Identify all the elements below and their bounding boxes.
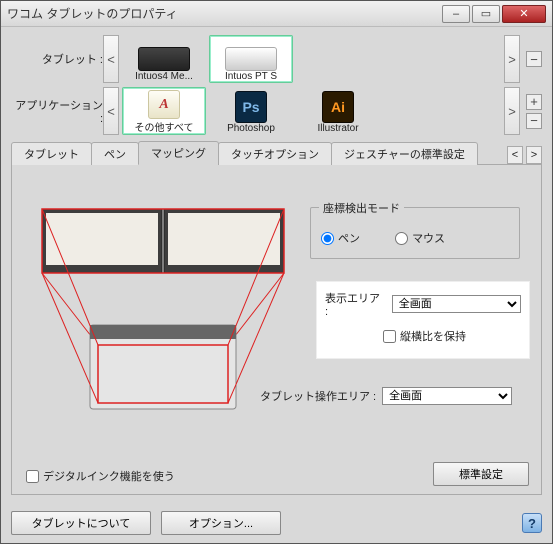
app-item-label: Illustrator — [317, 123, 358, 134]
app-row-label: アプリケーション : — [11, 97, 103, 125]
display-area-box: 表示エリア : 全画面 縦横比を保持 — [316, 281, 530, 359]
illustrator-icon: Ai — [322, 91, 354, 123]
application-selector-row: アプリケーション : < A その他すべて Ps Photoshop Ai Il… — [11, 87, 542, 135]
coordinate-mode-group: 座標検出モード ペン マウス — [310, 207, 520, 259]
footer: タブレットについて オプション... ? — [1, 505, 552, 541]
keep-aspect-row[interactable]: 縦横比を保持 — [383, 328, 521, 344]
tab-scroll-right[interactable]: > — [526, 146, 542, 164]
mode-mouse-label: マウス — [412, 230, 445, 246]
about-tablet-button[interactable]: タブレットについて — [11, 511, 151, 535]
tab-gesture-defaults[interactable]: ジェスチャーの標準設定 — [331, 142, 478, 165]
tablet-dark-icon — [138, 47, 190, 71]
app-add-button[interactable]: + — [526, 94, 542, 110]
tablet-prev-button[interactable]: < — [103, 35, 119, 83]
app-items: A その他すべて Ps Photoshop Ai Illustrator — [119, 87, 383, 135]
tablet-area-select[interactable]: 全画面 — [382, 387, 512, 405]
digital-ink-label: デジタルインク機能を使う — [43, 468, 175, 484]
tablet-item-label: Intuos PT S — [225, 71, 277, 82]
tabbar: タブレット ペン マッピング タッチオプション ジェスチャーの標準設定 < > — [11, 141, 542, 165]
tablet-item-label: Intuos4 Me... — [135, 71, 193, 82]
mode-mouse-input[interactable] — [395, 232, 408, 245]
app-item-label: その他すべて — [135, 119, 194, 134]
keep-aspect-label: 縦横比を保持 — [400, 328, 466, 344]
tab-tablet[interactable]: タブレット — [11, 142, 92, 165]
tablet-item-intuos-pt-s[interactable]: Intuos PT S — [209, 35, 293, 83]
display-area-select[interactable]: 全画面 — [392, 295, 521, 313]
app-item-illustrator[interactable]: Ai Illustrator — [296, 87, 380, 135]
mode-mouse-radio[interactable]: マウス — [395, 230, 445, 246]
minimize-button[interactable]: – — [442, 5, 470, 23]
maximize-button[interactable]: ▭ — [472, 5, 500, 23]
window-title: ワコム タブレットのプロパティ — [7, 5, 440, 22]
tablet-remove-button[interactable]: − — [526, 51, 542, 67]
digital-ink-row[interactable]: デジタルインク機能を使う — [26, 468, 175, 484]
tablet-item-intuos4[interactable]: Intuos4 Me... — [122, 35, 206, 83]
mode-pen-input[interactable] — [321, 232, 334, 245]
mapping-panel: 座標検出モード ペン マウス 表示エリア : 全画面 — [11, 165, 542, 495]
tab-mapping[interactable]: マッピング — [138, 141, 219, 165]
tablet-items: Intuos4 Me... Intuos PT S — [119, 35, 296, 83]
tablet-area-row: タブレット操作エリア : 全画面 — [260, 387, 512, 405]
tablet-next-button[interactable]: > — [504, 35, 520, 83]
app-prev-button[interactable]: < — [103, 87, 119, 135]
tablet-row-label: タブレット : — [11, 51, 103, 67]
options-button[interactable]: オプション... — [161, 511, 281, 535]
tablet-selector-row: タブレット : < Intuos4 Me... Intuos PT S > − — [11, 35, 542, 83]
mode-group-label: 座標検出モード — [319, 200, 404, 216]
tablet-area-label: タブレット操作エリア : — [260, 388, 376, 404]
display-area-row: 表示エリア : 全画面 — [325, 290, 521, 318]
wacom-properties-window: ワコム タブレットのプロパティ – ▭ ✕ タブレット : < Intuos4 … — [0, 0, 553, 544]
app-item-photoshop[interactable]: Ps Photoshop — [209, 87, 293, 135]
content: タブレット : < Intuos4 Me... Intuos PT S > − — [1, 27, 552, 505]
display-area-label: 表示エリア : — [325, 290, 386, 318]
mapping-diagram — [38, 205, 308, 415]
all-apps-icon: A — [148, 90, 180, 119]
tab-scroll-left[interactable]: < — [507, 146, 523, 164]
keep-aspect-checkbox[interactable] — [383, 330, 396, 343]
mode-pen-label: ペン — [338, 230, 360, 246]
digital-ink-checkbox[interactable] — [26, 470, 39, 483]
titlebar[interactable]: ワコム タブレットのプロパティ – ▭ ✕ — [1, 1, 552, 27]
tab-pen[interactable]: ペン — [91, 142, 139, 165]
help-icon[interactable]: ? — [522, 513, 542, 533]
app-item-label: Photoshop — [227, 123, 275, 134]
default-settings-button[interactable]: 標準設定 — [433, 462, 529, 486]
app-item-all-others[interactable]: A その他すべて — [122, 87, 206, 135]
app-remove-button[interactable]: − — [526, 113, 542, 129]
close-button[interactable]: ✕ — [502, 5, 546, 23]
mode-pen-radio[interactable]: ペン — [321, 230, 360, 246]
app-next-button[interactable]: > — [504, 87, 520, 135]
tablet-light-icon — [225, 47, 277, 71]
photoshop-icon: Ps — [235, 91, 267, 123]
tab-touch-options[interactable]: タッチオプション — [218, 142, 332, 165]
